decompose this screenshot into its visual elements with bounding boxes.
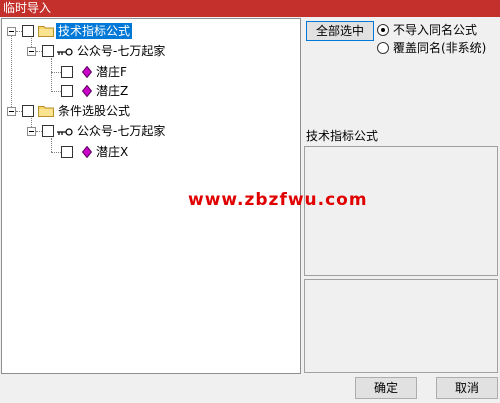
folder-icon <box>38 106 54 117</box>
expander-root2[interactable] <box>7 107 16 116</box>
radio-overwrite-indicator[interactable] <box>377 42 389 54</box>
checkbox-group1[interactable] <box>42 45 54 57</box>
window-title: 临时导入 <box>3 1 52 15</box>
folder-icon <box>38 26 54 37</box>
checkbox-item3[interactable] <box>61 146 73 158</box>
gem-icon <box>82 85 92 97</box>
watermark-text: www.zbzfwu.com <box>188 190 368 210</box>
tree-node-stock-selection[interactable]: 条件选股公式 <box>56 103 132 119</box>
key-icon <box>57 128 73 136</box>
tree-node-technical-indicators[interactable]: 技术指标公式 <box>56 23 133 39</box>
gem-icon <box>82 146 92 158</box>
tree-node-group2[interactable]: 公众号-七万起家 <box>75 123 167 139</box>
tree-node-group1[interactable]: 公众号-七万起家 <box>75 43 167 59</box>
description-box[interactable] <box>304 146 498 276</box>
radio-overwrite-duplicates[interactable]: 覆盖同名(非系统) <box>377 40 486 56</box>
cancel-button[interactable]: 取消 <box>436 377 498 399</box>
expander-group1[interactable] <box>27 47 36 56</box>
expander-root1[interactable] <box>7 27 16 36</box>
select-all-button[interactable]: 全部选中 <box>306 21 374 41</box>
radio-overwrite-label: 覆盖同名(非系统) <box>393 41 487 55</box>
formula-type-label: 技术指标公式 <box>306 129 379 143</box>
ok-button[interactable]: 确定 <box>355 377 417 399</box>
checkbox-root1[interactable] <box>22 25 34 37</box>
details-box[interactable] <box>304 279 498 373</box>
tree-node-item3[interactable]: 潜庄X <box>94 144 130 160</box>
checkbox-group2[interactable] <box>42 125 54 137</box>
radio-skip-label: 不导入同名公式 <box>393 23 478 37</box>
gem-icon <box>82 66 92 78</box>
checkbox-root2[interactable] <box>22 105 34 117</box>
radio-skip-indicator[interactable] <box>377 24 389 36</box>
radio-skip-duplicates[interactable]: 不导入同名公式 <box>377 22 477 38</box>
tree-node-item1[interactable]: 潜庄F <box>94 64 129 80</box>
key-icon <box>57 48 73 56</box>
import-dialog: 临时导入 技术指标公式 公众号-七万起家 潜庄F 潜庄Z 条件选股公式 公众号-… <box>0 0 500 403</box>
expander-group2[interactable] <box>27 127 36 136</box>
title-bar: 临时导入 <box>0 0 500 17</box>
tree-node-item2[interactable]: 潜庄Z <box>94 83 130 99</box>
checkbox-item1[interactable] <box>61 66 73 78</box>
checkbox-item2[interactable] <box>61 85 73 97</box>
